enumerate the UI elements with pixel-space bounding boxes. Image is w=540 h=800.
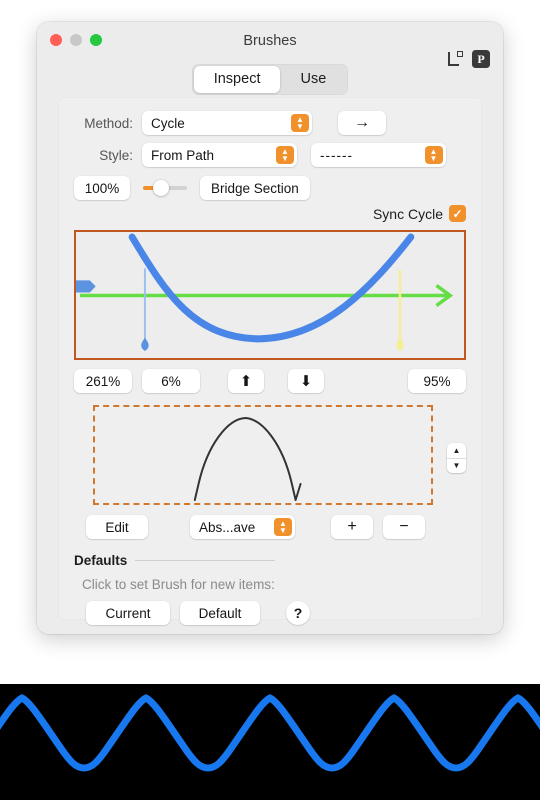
- chevron-updown-icon: ▲ ▼: [425, 146, 443, 164]
- cycloid-wave-svg: [0, 694, 540, 772]
- corner-bracket-icon[interactable]: [446, 50, 464, 68]
- brush-shape-path: [193, 417, 302, 501]
- start-marker-handle: [141, 337, 149, 351]
- style-row: Style: From Path ▲ ▼ ------ ▲ ▼: [74, 143, 466, 167]
- graph-values-row: 261% 6% ⬆ ⬇ 95%: [74, 369, 466, 393]
- chevron-updown-icon: ▲ ▼: [276, 146, 294, 164]
- options-row: 100% Bridge Section: [74, 176, 466, 200]
- brush-preview-box[interactable]: [93, 405, 433, 505]
- brush-preview-svg: [193, 417, 302, 501]
- method-label: Method:: [84, 115, 133, 131]
- cycle-curve: [128, 233, 415, 343]
- move-down-button[interactable]: ⬇: [288, 369, 324, 393]
- chevron-updown-icon: ▲ ▼: [291, 114, 309, 132]
- window-titlebar[interactable]: Brushes: [37, 22, 503, 62]
- default-button[interactable]: Default: [180, 601, 260, 625]
- mode-select[interactable]: Abs...ave ▲ ▼: [190, 515, 295, 539]
- preview-stepper[interactable]: ▲ ▼: [447, 443, 466, 473]
- defaults-divider: [135, 560, 276, 561]
- apply-arrow-button[interactable]: →: [338, 111, 386, 135]
- left-value-button[interactable]: 261%: [74, 369, 132, 393]
- tab-use[interactable]: Use: [280, 66, 346, 93]
- second-value-button[interactable]: 6%: [142, 369, 200, 393]
- document-canvas[interactable]: [0, 684, 540, 800]
- stepper-up-icon[interactable]: ▲: [447, 443, 466, 459]
- cycloid-wave-path: [0, 694, 540, 772]
- slider-knob[interactable]: [153, 180, 169, 196]
- cycle-graph[interactable]: [74, 230, 466, 360]
- sync-cycle-label: Sync Cycle: [372, 205, 443, 222]
- style-label: Style:: [99, 147, 133, 163]
- end-marker-handle: [396, 337, 404, 351]
- mode-value: Abs...ave: [199, 519, 256, 535]
- style-value: From Path: [151, 147, 215, 163]
- intensity-slider[interactable]: [143, 178, 187, 198]
- right-value-button[interactable]: 95%: [408, 369, 466, 393]
- zoom-percent-button[interactable]: 100%: [74, 176, 130, 200]
- method-value: Cycle: [151, 115, 185, 131]
- secondary-value: ------: [320, 147, 353, 163]
- defaults-header: Defaults: [74, 553, 466, 568]
- move-up-button[interactable]: ⬆: [228, 369, 264, 393]
- defaults-hint: Click to set Brush for new items:: [82, 577, 275, 592]
- defaults-heading: Defaults: [74, 553, 128, 568]
- toolbar-icons: P: [446, 50, 490, 68]
- brush-preview-area: ▲ ▼: [74, 405, 466, 505]
- style-select[interactable]: From Path ▲ ▼: [142, 143, 297, 167]
- method-row: Method: Cycle ▲ ▼ →: [74, 111, 466, 135]
- edit-button[interactable]: Edit: [86, 515, 148, 539]
- left-edge-pin: [76, 280, 96, 293]
- remove-button[interactable]: −: [383, 515, 425, 539]
- window-title: Brushes: [243, 33, 297, 49]
- app-root: Brushes P Inspect Use Method: Cycle ▲▼: [0, 0, 540, 800]
- p-badge-icon[interactable]: P: [472, 50, 490, 68]
- stepper-down-icon[interactable]: ▼: [447, 459, 466, 474]
- secondary-select[interactable]: ------ ▲ ▼: [311, 143, 446, 167]
- chevron-updown-icon: ▲ ▼: [274, 518, 292, 536]
- inspect-panel: Method: Cycle ▲▼ → Style: From Path ▲▼: [58, 97, 482, 625]
- tab-bar: Inspect Use: [37, 64, 503, 96]
- current-button[interactable]: Current: [86, 601, 170, 625]
- brushes-window: Brushes P Inspect Use Method: Cycle ▲▼: [37, 22, 503, 634]
- preview-controls-row: Edit Abs...ave ▲ ▼ + −: [74, 515, 466, 539]
- tab-inspect[interactable]: Inspect: [193, 66, 281, 94]
- defaults-buttons-row: Current Default ?: [86, 601, 466, 625]
- bridge-section-button[interactable]: Bridge Section: [200, 176, 310, 200]
- sync-cycle-row: Sync Cycle ✓: [74, 205, 466, 222]
- cycle-graph-svg: [76, 233, 454, 351]
- sync-cycle-checkbox[interactable]: ✓: [449, 205, 466, 222]
- add-button[interactable]: +: [331, 515, 373, 539]
- method-select[interactable]: Cycle ▲ ▼: [142, 111, 312, 135]
- help-button[interactable]: ?: [286, 601, 310, 625]
